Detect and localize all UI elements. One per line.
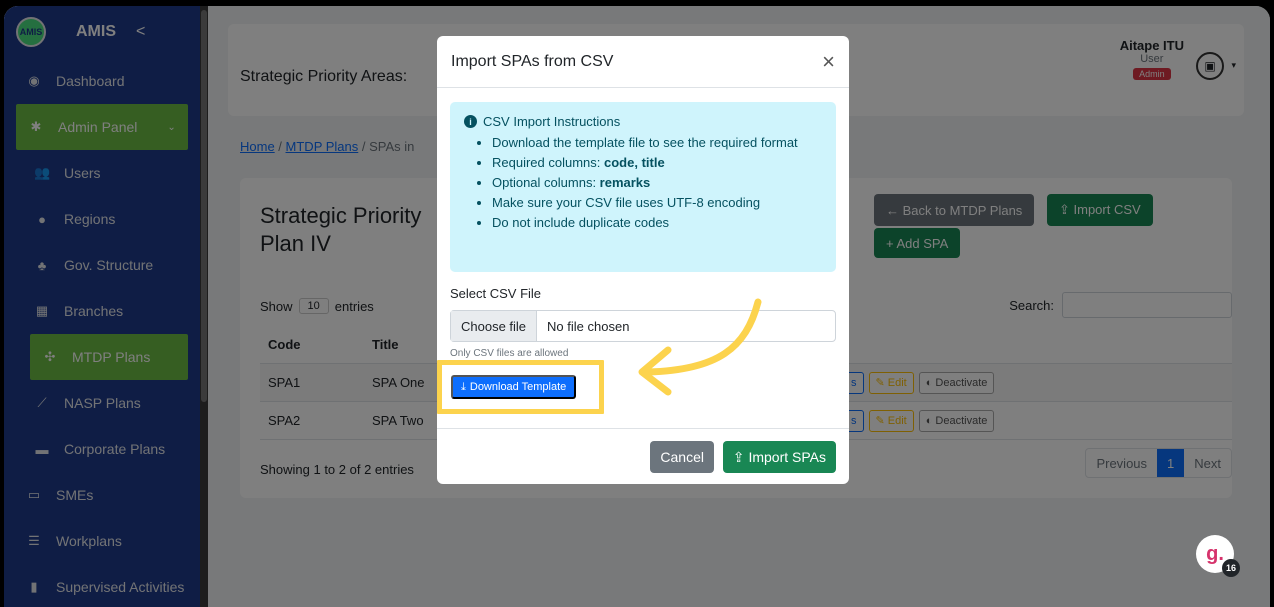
choose-file-button[interactable]: Choose file — [451, 311, 538, 341]
file-label: Select CSV File — [450, 286, 542, 301]
instructions-list: Download the template file to see the re… — [464, 133, 822, 233]
instruction-item: Required columns: code, title — [492, 153, 822, 173]
instructions-heading: i CSV Import Instructions — [464, 114, 822, 129]
guide-count-badge: 16 — [1222, 559, 1240, 577]
instruction-item: Download the template file to see the re… — [492, 133, 822, 153]
modal-footer: Cancel ⇪ Import SPAs — [437, 428, 849, 484]
download-template-button[interactable]: ⤓ Download Template — [451, 375, 577, 399]
download-icon: ⤓ — [461, 380, 466, 393]
guide-launcher-button[interactable]: g. 16 — [1196, 535, 1240, 577]
app-window: AMIS AMIS < ◉Dashboard ✱Admin Panel⌄ 👥Us… — [4, 6, 1270, 607]
file-status: No file chosen — [547, 318, 630, 334]
instructions-title: CSV Import Instructions — [483, 114, 621, 129]
close-icon[interactable]: × — [822, 49, 835, 75]
instruction-text: Required columns: — [492, 155, 604, 170]
guide-logo: g. — [1206, 542, 1224, 565]
import-spas-button[interactable]: ⇪ Import SPAs — [722, 441, 836, 473]
instruction-text: Optional columns: — [492, 175, 600, 190]
instruction-item: Make sure your CSV file uses UTF-8 encod… — [492, 193, 822, 213]
csv-instructions: i CSV Import Instructions Download the t… — [450, 102, 836, 272]
info-icon: i — [464, 115, 477, 128]
modal-header: Import SPAs from CSV × — [437, 36, 849, 88]
cancel-button[interactable]: Cancel — [650, 441, 714, 473]
instruction-emphasis: code, title — [604, 155, 665, 170]
instruction-item: Optional columns: remarks — [492, 173, 822, 193]
instruction-emphasis: remarks — [599, 175, 651, 190]
modal-title: Import SPAs from CSV — [451, 52, 614, 70]
file-help-text: Only CSV files are allowed — [450, 348, 569, 359]
upload-icon: ⇪ — [732, 448, 745, 465]
pointer-arrow-icon — [638, 298, 762, 396]
download-highlight: ⤓ Download Template — [437, 360, 604, 414]
import-spas-label: Import SPAs — [748, 449, 826, 465]
instruction-item: Do not include duplicate codes — [492, 213, 822, 233]
import-spa-modal: Import SPAs from CSV × i CSV Import Inst… — [437, 36, 849, 484]
download-template-label: Download Template — [469, 381, 567, 393]
